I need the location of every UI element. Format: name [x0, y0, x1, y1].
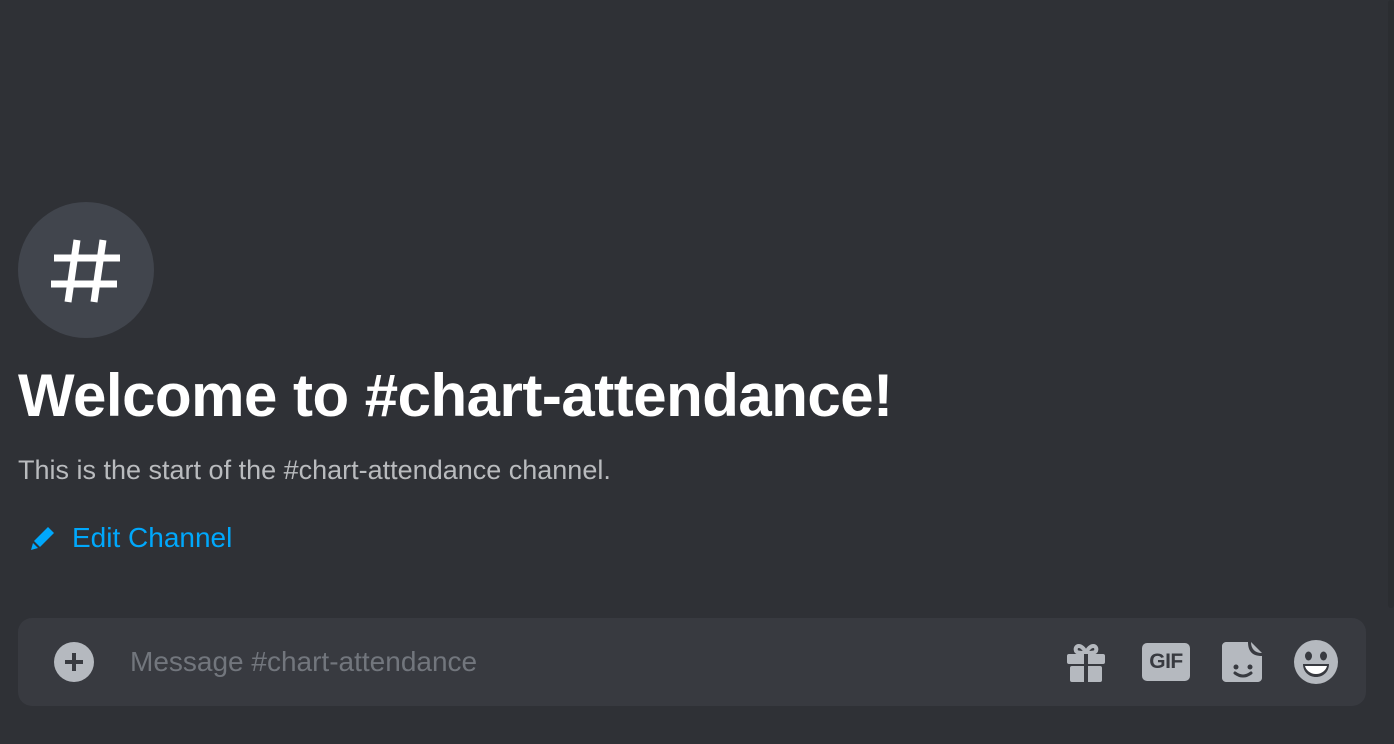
- chat-main: Welcome to #chart-attendance! This is th…: [0, 0, 1394, 744]
- channel-hash-avatar: [18, 202, 154, 338]
- scrollbar-track[interactable]: [1388, 0, 1394, 608]
- hash-icon: [51, 239, 120, 303]
- emoji-button[interactable]: [1292, 638, 1340, 686]
- gif-icon: GIF: [1142, 643, 1190, 681]
- message-composer: GIF: [18, 618, 1366, 706]
- attach-button[interactable]: [54, 642, 94, 682]
- sticker-icon: [1222, 642, 1262, 682]
- gif-label: GIF: [1149, 650, 1183, 673]
- edit-channel-link[interactable]: Edit Channel: [30, 518, 232, 558]
- edit-channel-label: Edit Channel: [72, 522, 233, 553]
- pencil-icon: [30, 525, 56, 551]
- gift-button[interactable]: [1062, 638, 1110, 686]
- sticker-button[interactable]: [1218, 638, 1266, 686]
- gif-button[interactable]: GIF: [1142, 638, 1190, 686]
- welcome-subtitle: This is the start of the #chart-attendan…: [18, 455, 611, 485]
- message-input[interactable]: [130, 638, 1030, 686]
- gift-icon: [1067, 644, 1105, 682]
- welcome-title: Welcome to #chart-attendance!: [18, 362, 893, 429]
- emoji-icon: [1294, 640, 1338, 684]
- plus-circle-icon: [65, 653, 83, 671]
